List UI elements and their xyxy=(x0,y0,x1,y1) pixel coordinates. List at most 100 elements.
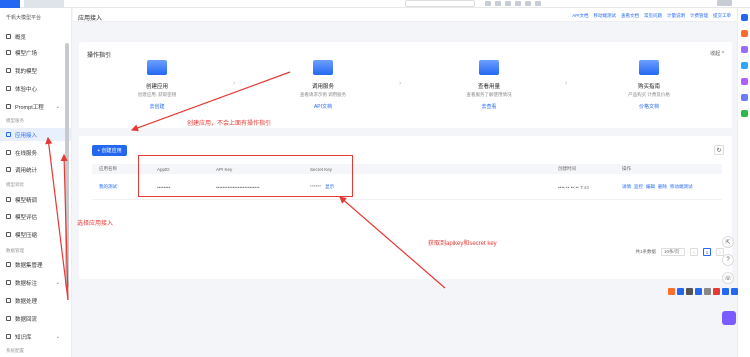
doc-icon[interactable] xyxy=(505,1,511,6)
notification-icon[interactable] xyxy=(485,1,491,6)
extension-icon[interactable] xyxy=(741,110,748,117)
sidebar-item-call-stats[interactable]: 调用统计 xyxy=(0,163,72,176)
created-time-value: •••• •• ••:•• T:43 xyxy=(558,184,589,190)
guide-link-api-doc[interactable]: API文档 xyxy=(283,103,363,110)
header-link-api-doc[interactable]: API文档 xyxy=(572,13,588,19)
sidebar: 千帆大模型平台 概览 模型广场 我的模型 体验中心 Prompt工程 ⌄ 模型服务… xyxy=(0,8,72,357)
sidebar-item-prompt[interactable]: Prompt工程 ⌄ xyxy=(0,100,72,113)
page-title: 应用接入 xyxy=(78,16,103,22)
group-label-service: 模型服务 xyxy=(6,118,24,123)
assistant-icon[interactable] xyxy=(741,14,748,21)
annotation-icon xyxy=(6,280,11,285)
plugin-icon[interactable] xyxy=(741,78,748,85)
guide-link-create[interactable]: 去创建 xyxy=(117,103,197,110)
help-icon[interactable] xyxy=(535,1,541,6)
app-access-icon xyxy=(6,132,11,137)
header-link-view-doc[interactable]: 查看文档 xyxy=(621,13,639,19)
sidebar-scrollbar[interactable] xyxy=(65,43,69,288)
sidebar-item-fine-tune[interactable]: 模型精调 xyxy=(0,193,72,206)
data-reflow-icon xyxy=(6,316,11,321)
sidebar-item-app-access[interactable]: 应用接入 xyxy=(0,128,72,141)
pagination: 共1条数据 10条/页 ‹ 1 › xyxy=(635,248,724,256)
menu-button[interactable] xyxy=(0,0,20,8)
evaluate-icon xyxy=(6,214,11,219)
header-link-billing[interactable]: 计费管理 xyxy=(690,13,708,19)
search-input[interactable] xyxy=(405,0,475,7)
sidebar-item-knowledge[interactable]: 知识库 ⌄ xyxy=(0,330,72,343)
sidebar-item-model-square[interactable]: 模型广场 xyxy=(0,46,72,59)
page-size-select[interactable]: 10条/页 xyxy=(661,248,685,256)
header-link-faq[interactable]: 常见问题 xyxy=(644,13,662,19)
ime-tool-icon[interactable] xyxy=(722,288,729,295)
call-stats-icon xyxy=(6,167,11,172)
chevron-right-icon: › xyxy=(233,80,236,87)
page-number[interactable]: 1 xyxy=(703,248,711,256)
feedback-icon[interactable] xyxy=(741,62,748,69)
usage-illustration-icon xyxy=(479,60,499,75)
fine-tune-icon xyxy=(6,197,11,202)
right-toolbar xyxy=(737,8,750,357)
refresh-icon[interactable]: ↻ xyxy=(714,145,724,155)
ime-skin-icon[interactable] xyxy=(713,288,720,295)
app-icon[interactable] xyxy=(741,46,748,53)
annotation-select-access: 选择应用接入 xyxy=(77,221,114,227)
sidebar-item-evaluate[interactable]: 模型评估 xyxy=(0,210,72,223)
avatar[interactable] xyxy=(717,0,732,6)
platform-title: 千帆大模型平台 xyxy=(6,15,42,21)
sidebar-item-experience[interactable]: 体验中心 xyxy=(0,82,72,95)
page-header: 应用接入 API文档 移动端测试 查看文档 常见问题 计量说明 计费管理 提交工… xyxy=(73,8,737,22)
sidebar-item-dataset[interactable]: 数据集管理 xyxy=(0,258,72,271)
tool-icon[interactable] xyxy=(741,94,748,101)
ime-toolbar xyxy=(668,287,747,296)
header-link-ticket[interactable]: 提交工单 xyxy=(713,13,731,19)
header-link-metering[interactable]: 计量说明 xyxy=(667,13,685,19)
enterprise-icon[interactable] xyxy=(525,1,531,6)
knowledge-icon xyxy=(6,334,11,339)
sidebar-item-data-process[interactable]: 数据处理 xyxy=(0,294,72,307)
annotation-get-keys: 获取到apikey和secret key xyxy=(428,241,497,247)
edit-link[interactable]: 编辑 xyxy=(646,184,655,190)
expand-icon[interactable]: ⇱ xyxy=(722,236,734,248)
row-actions: 详情 监控 编辑 删除 移动端测试 xyxy=(622,184,693,190)
ime-more-icon[interactable] xyxy=(731,288,738,295)
prev-page-icon[interactable]: ‹ xyxy=(690,248,698,256)
app-name-link[interactable]: 我的测试 xyxy=(99,184,117,190)
help-icon[interactable]: ? xyxy=(722,254,734,266)
mobile-test-link[interactable]: 移动端测试 xyxy=(670,184,693,190)
sidebar-item-overview[interactable]: 概览 xyxy=(0,30,72,43)
ime-voice-icon[interactable] xyxy=(695,288,702,295)
ime-keyboard-icon[interactable] xyxy=(704,288,711,295)
ticket-icon[interactable] xyxy=(495,1,501,6)
create-app-button[interactable]: + 创建应用 xyxy=(92,145,127,156)
annotation-create-app: 创建应用，不会上面有操作指引 xyxy=(187,121,272,127)
message-icon[interactable] xyxy=(741,30,748,37)
guide-link-price[interactable]: 价格文档 xyxy=(609,103,689,110)
delete-link[interactable]: 删除 xyxy=(658,184,667,190)
chat-assistant-button[interactable] xyxy=(722,311,736,325)
guide-title: 操作指引 xyxy=(87,53,112,59)
total-count: 共1条数据 xyxy=(635,249,656,254)
guide-step-purchase: 购买指南 产品购买 计费及价格 价格文档 xyxy=(609,60,689,120)
sidebar-item-data-reflow[interactable]: 数据回流 xyxy=(0,312,72,325)
header-link-mobile-test[interactable]: 移动端测试 xyxy=(594,13,617,19)
dataset-icon xyxy=(6,262,11,267)
sidebar-item-compress[interactable]: 模型压缩 xyxy=(0,228,72,241)
billing-icon[interactable] xyxy=(515,1,521,6)
data-process-icon xyxy=(6,298,11,303)
chevron-down-icon: ⌄ xyxy=(55,279,60,286)
guide-link-view[interactable]: 去查看 xyxy=(449,103,529,110)
ime-lang-icon[interactable] xyxy=(677,288,684,295)
monitor-link[interactable]: 监控 xyxy=(634,184,643,190)
collapse-toggle[interactable]: 收起 ^ xyxy=(710,50,724,57)
ime-logo-icon[interactable] xyxy=(668,288,675,295)
call-service-illustration-icon xyxy=(313,60,333,75)
contact-icon[interactable]: ☏ xyxy=(722,272,734,284)
sidebar-item-online-service[interactable]: 在线服务 xyxy=(0,146,72,159)
chevron-right-icon: › xyxy=(399,80,402,87)
online-service-icon xyxy=(6,150,11,155)
detail-link[interactable]: 详情 xyxy=(622,184,631,190)
ime-punct-icon[interactable] xyxy=(686,288,693,295)
group-label-tune: 模型调优 xyxy=(6,182,24,187)
sidebar-item-my-model[interactable]: 我的模型 xyxy=(0,64,72,77)
sidebar-item-annotation[interactable]: 数据标注 ⌄ xyxy=(0,276,72,289)
